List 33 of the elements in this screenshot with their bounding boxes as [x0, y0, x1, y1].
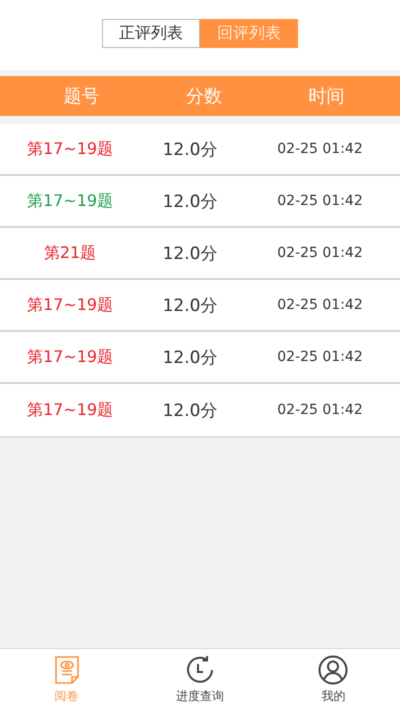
record-row[interactable]: 第17~19题 12.0分 02-25 01:42 — [0, 124, 400, 176]
user-icon — [318, 655, 348, 685]
score-cell-text: 12.0分 — [162, 400, 218, 422]
time-cell: 02-25 01:42 — [277, 402, 363, 418]
time-cell: 02-25 01:42 — [277, 141, 363, 157]
score-cell-text: 12.0分 — [162, 138, 218, 160]
tab-bar-item[interactable]: 进度查询 — [133, 649, 267, 711]
record-row[interactable]: 第17~19题 12.0分 02-25 01:42 — [0, 384, 400, 436]
column-header: 分数 — [186, 85, 222, 108]
score-cell-text: 12.0分 — [162, 242, 218, 264]
question-cell: 第17~19题 — [26, 400, 114, 420]
time-cell: 02-25 01:42 — [277, 193, 363, 209]
clock-refresh-icon — [184, 655, 215, 685]
question-cell: 第21题 — [44, 242, 96, 264]
score-cell-text: 12.0分 — [162, 294, 218, 316]
record-row[interactable]: 第17~19题 12.0分 02-25 01:42 — [0, 280, 400, 332]
document-eye-icon — [54, 655, 80, 685]
score-cell-text: 12.0分 — [162, 346, 218, 368]
score-cell-text: 12.0分 — [162, 190, 218, 212]
time-cell: 02-25 01:42 — [277, 245, 363, 261]
question-cell: 第17~19题 — [26, 294, 114, 316]
record-row[interactable]: 第17~19题 12.0分 02-25 01:42 — [0, 332, 400, 384]
time-cell: 02-25 01:42 — [277, 349, 363, 365]
column-header: 题号 — [63, 85, 100, 108]
question-cell: 第17~19题 — [26, 190, 114, 212]
record-row[interactable]: 第17~19题 12.0分 02-25 01:42 — [0, 176, 400, 228]
column-header: 时间 — [308, 85, 345, 108]
tab-bar-item[interactable]: 我的 — [266, 649, 400, 711]
record-row[interactable]: 第21题 12.0分 02-25 01:42 — [0, 228, 400, 280]
segment-tab[interactable]: 正评列表 — [102, 18, 200, 48]
time-cell: 02-25 01:42 — [277, 297, 363, 313]
question-cell: 第17~19题 — [26, 138, 114, 160]
question-cell: 第17~19题 — [26, 346, 114, 368]
